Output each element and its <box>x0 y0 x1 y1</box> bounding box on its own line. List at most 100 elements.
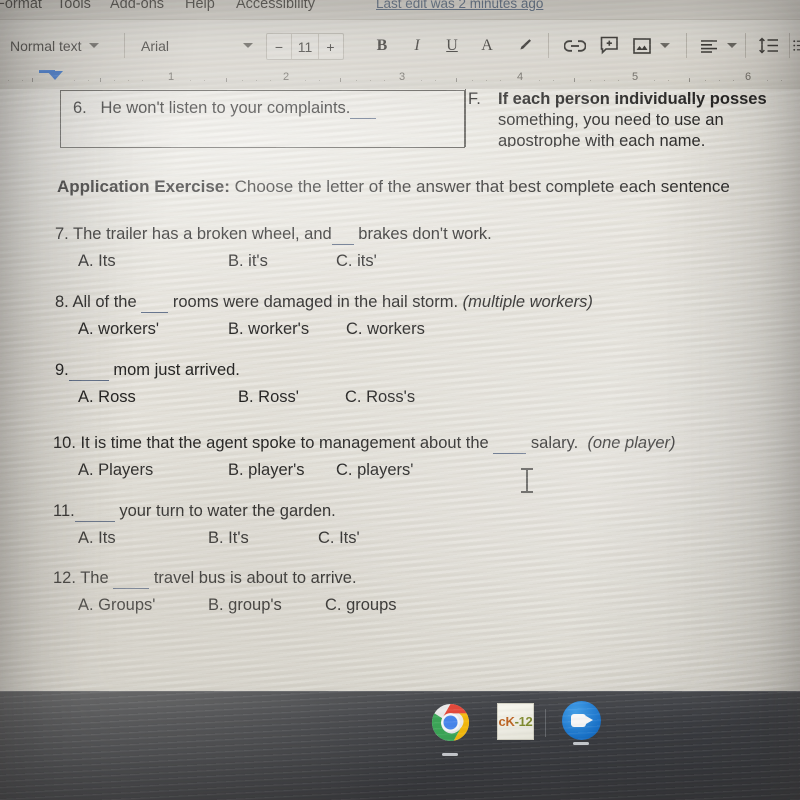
answer-blank <box>350 99 377 119</box>
option-b[interactable]: B. player's <box>228 461 305 480</box>
toolbar-divider <box>789 33 790 58</box>
menu-bar: Format Tools Add-ons Help Accessibility … <box>0 0 800 19</box>
chevron-down-icon <box>660 43 670 48</box>
item-6-number: 6. <box>73 99 87 117</box>
highlight-pen-icon[interactable] <box>513 33 535 58</box>
option-b[interactable]: B. it's <box>228 252 268 271</box>
bold-button[interactable]: B <box>371 33 393 58</box>
question-8-note: (multiple workers) <box>462 293 593 311</box>
heading-bold: Application Exercise: <box>57 177 230 196</box>
question-11: 11. your turn to water the garden. A. It… <box>53 502 360 549</box>
item-6-sentence: He won't listen to your complaints. <box>100 99 351 117</box>
image-icon <box>631 33 653 58</box>
chevron-down-icon <box>88 43 99 48</box>
font-size-stepper[interactable]: − 11 + <box>266 33 344 60</box>
menu-item-format[interactable]: Format <box>0 0 42 12</box>
video-camera-icon <box>570 714 593 727</box>
question-9-stem: 9. mom just arrived. <box>55 361 240 381</box>
heading-rest: Choose the letter of the answer that bes… <box>229 177 730 196</box>
option-a[interactable]: A. Groups' <box>78 596 155 615</box>
line-spacing-icon[interactable] <box>756 33 782 58</box>
question-8-number: 8. <box>55 293 69 311</box>
question-10-stem-before: It is time that the agent spoke to manag… <box>75 434 489 452</box>
left-indent-marker[interactable] <box>47 71 63 80</box>
question-10-note: (one player) <box>587 434 676 452</box>
option-b[interactable]: B. Ross' <box>238 388 299 407</box>
answer-blank <box>141 293 169 313</box>
decrease-font-size-button[interactable]: − <box>267 34 291 59</box>
insert-link-icon[interactable] <box>563 33 587 58</box>
question-8-stem: 8. All of the rooms were damaged in the … <box>55 293 593 313</box>
chevron-down-icon <box>243 43 253 48</box>
option-b[interactable]: B. group's <box>208 596 282 615</box>
paragraph-style-dropdown[interactable]: Normal text <box>10 20 99 71</box>
option-a[interactable]: A. workers' <box>78 320 159 339</box>
text-color-button[interactable]: A <box>476 33 498 58</box>
app-running-indicator <box>573 742 589 745</box>
answer-blank <box>68 361 109 381</box>
font-family-dropdown[interactable]: Arial <box>141 20 253 71</box>
question-12: 12. The travel bus is about to arrive. A… <box>53 569 397 616</box>
question-10: 10. It is time that the agent spoke to m… <box>53 434 675 481</box>
menu-item-help[interactable]: Help <box>185 0 215 12</box>
italic-button[interactable]: I <box>406 33 428 58</box>
question-12-stem-after: travel bus is about to arrive. <box>153 569 357 587</box>
question-7-options: A. Its B. it's C. its' <box>55 252 492 272</box>
paragraph-style-label: Normal text <box>10 37 82 54</box>
option-c[interactable]: C. workers <box>346 320 425 339</box>
menu-item-accessibility[interactable]: Accessibility <box>236 0 315 12</box>
increase-font-size-button[interactable]: + <box>319 34 342 59</box>
note-f-line-1: If each person individually posses <box>498 90 767 108</box>
option-a[interactable]: A. Its <box>78 252 116 271</box>
answer-blank <box>113 569 150 589</box>
shelf-app-zoom[interactable] <box>562 701 601 740</box>
document-page[interactable]: 6. He won't listen to your complaints. F… <box>0 89 800 691</box>
answer-blank <box>493 434 527 454</box>
option-c[interactable]: C. Ross's <box>345 388 415 407</box>
font-size-input[interactable]: 11 <box>292 34 318 59</box>
question-7-number: 7. <box>55 225 69 243</box>
question-7-stem-before: The trailer has a broken wheel, and <box>68 225 332 243</box>
document-body[interactable]: 6. He won't listen to your complaints. F… <box>0 89 800 691</box>
option-b[interactable]: B. It's <box>208 529 249 548</box>
text-align-dropdown[interactable] <box>698 20 737 71</box>
option-a[interactable]: A. Ross <box>78 388 136 407</box>
toolbar-divider <box>745 33 746 58</box>
toolbar-divider <box>686 33 687 58</box>
note-f-line-2: something, you need to use an <box>498 111 724 129</box>
option-c[interactable]: C. its' <box>336 252 377 271</box>
bulleted-list-icon[interactable] <box>793 33 800 58</box>
question-8-stem-before: All of the <box>68 293 137 311</box>
option-c[interactable]: C. Its' <box>318 529 360 548</box>
formatting-toolbar: Normal text Arial − 11 + B I U A <box>0 19 800 78</box>
menu-item-add-ons[interactable]: Add-ons <box>110 0 164 12</box>
question-11-stem: 11. your turn to water the garden. <box>53 502 336 522</box>
question-12-stem: 12. The travel bus is about to arrive. <box>53 569 357 589</box>
add-comment-icon[interactable] <box>597 33 621 58</box>
chevron-down-icon <box>727 43 737 48</box>
app-running-indicator <box>442 753 458 756</box>
option-c[interactable]: C. groups <box>325 596 397 615</box>
question-10-number: 10. <box>53 434 76 452</box>
application-exercise-heading: Application Exercise: Choose the letter … <box>57 177 730 197</box>
ruler-number: 4 <box>517 71 524 83</box>
document-ruler[interactable]: 1 2 3 4 5 6 <box>0 70 800 90</box>
insert-image-dropdown[interactable] <box>631 20 670 71</box>
menu-item-tools[interactable]: Tools <box>57 0 91 12</box>
underline-button[interactable]: U <box>441 33 463 58</box>
question-12-number: 12. <box>53 569 76 587</box>
option-b[interactable]: B. worker's <box>228 320 309 339</box>
option-c[interactable]: C. players' <box>336 461 413 480</box>
chromeos-shelf[interactable]: cK-12 <box>0 691 800 800</box>
question-8-stem-after: rooms were damaged in the hail storm. <box>172 293 459 311</box>
ck12-label-left: cK <box>498 714 515 729</box>
option-a[interactable]: A. Its <box>78 529 116 548</box>
ck12-label: cK-12 <box>499 714 533 729</box>
question-11-stem-after: your turn to water the garden. <box>119 502 336 520</box>
note-f-line-3: apostrophe with each name. <box>498 132 706 147</box>
last-edit-link[interactable]: Last edit was 2 minutes ago <box>376 0 543 11</box>
chromebook-screen: Format Tools Add-ons Help Accessibility … <box>0 0 800 800</box>
shelf-app-ck12[interactable]: cK-12 <box>497 703 534 740</box>
option-a[interactable]: A. Players <box>78 461 153 480</box>
shelf-app-chrome[interactable] <box>431 703 470 756</box>
